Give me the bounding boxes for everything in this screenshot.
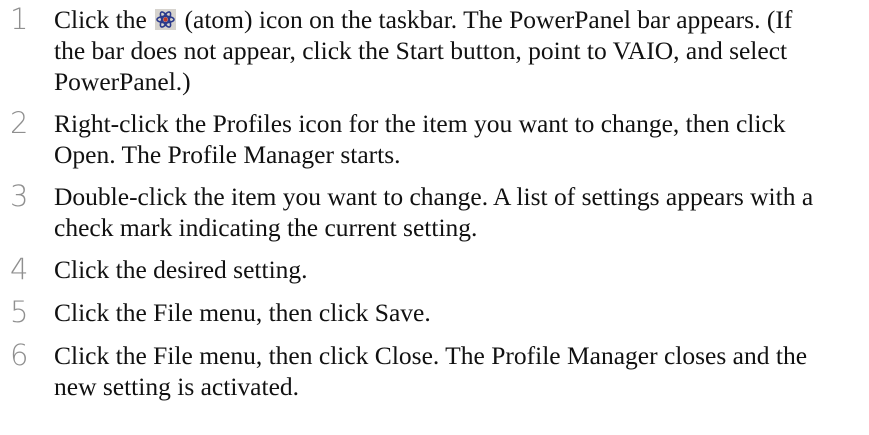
step-text: Click the File menu, then click Close. T… — [54, 341, 808, 401]
atom-icon — [155, 9, 177, 30]
step-4: 4 Click the desired setting. — [0, 254, 869, 285]
step-number: 4 — [10, 252, 29, 286]
step-1: 1 Click the (atom) icon on the taskbar. … — [0, 4, 869, 97]
instruction-steps: 1 Click the (atom) icon on the taskbar. … — [0, 4, 869, 402]
step-number: 1 — [10, 2, 29, 36]
step-number: 3 — [10, 179, 29, 213]
step-text: Click the File menu, then click Save. — [54, 298, 431, 327]
step-number: 2 — [10, 106, 29, 140]
step-2: 2 Right-click the Profiles icon for the … — [0, 108, 869, 170]
step-text: Right-click the Profiles icon for the it… — [54, 109, 786, 169]
step-text: Double-click the item you want to change… — [54, 182, 814, 242]
step-number: 6 — [10, 338, 29, 372]
step-3: 3 Double-click the item you want to chan… — [0, 181, 869, 243]
step-number: 5 — [10, 295, 29, 329]
step-6: 6 Click the File menu, then click Close.… — [0, 340, 869, 402]
step-text-before-icon: Click the — [54, 5, 154, 34]
step-text: Click the desired setting. — [54, 255, 308, 284]
step-5: 5 Click the File menu, then click Save. — [0, 297, 869, 328]
